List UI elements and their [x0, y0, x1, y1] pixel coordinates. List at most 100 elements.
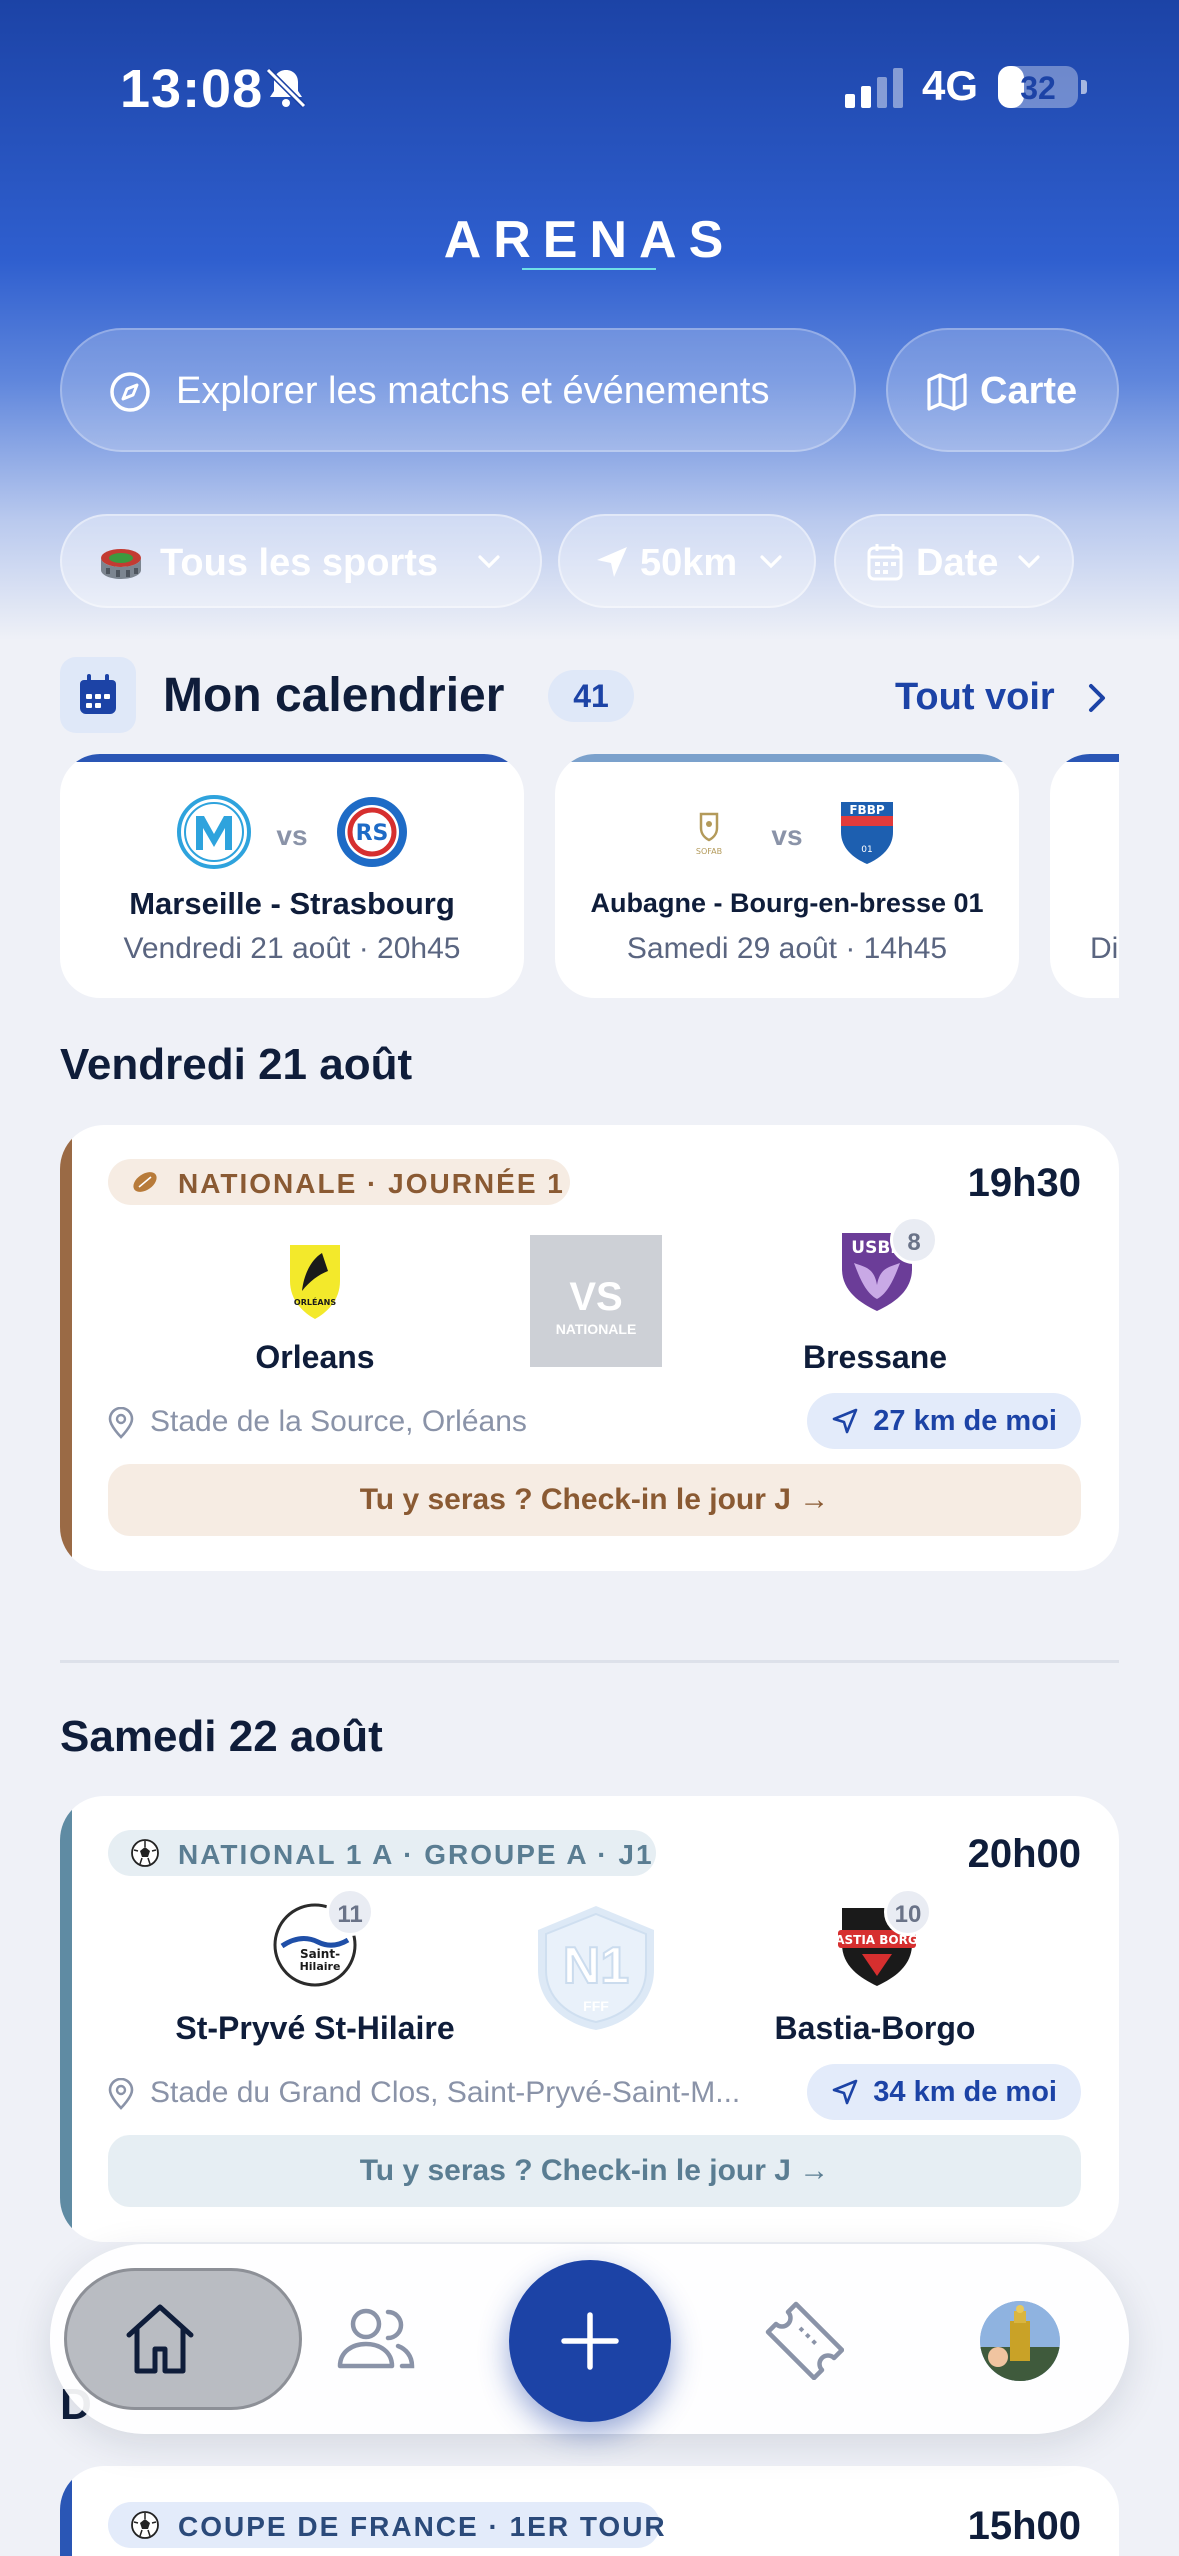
friends-icon[interactable]	[336, 2306, 416, 2370]
add-button[interactable]	[509, 2260, 671, 2422]
map-label: Carte	[980, 370, 1078, 412]
strasbourg-logo-icon: RS	[337, 797, 407, 867]
filter-distance[interactable]: 50km	[558, 514, 816, 608]
calendar-section-icon	[60, 657, 136, 733]
filter-sports-label: Tous les sports	[160, 542, 439, 584]
location-arrow-icon	[597, 547, 627, 577]
card-strip	[60, 754, 524, 762]
app-title: ARENAS	[443, 211, 736, 269]
away-team-name: Bressane	[802, 1339, 948, 1375]
event-card[interactable]: COUPE DE FRANCE · 1ER TOUR 15h00	[60, 2466, 1119, 2556]
distance-label: 34 km de moi	[873, 2076, 1057, 2108]
chevron-right-icon[interactable]	[1086, 682, 1108, 714]
chevron-down-icon	[478, 555, 500, 569]
orleans-logo-icon: ORLÉANS	[290, 1245, 340, 1319]
center-vs-label: N1	[562, 1936, 630, 1996]
svg-text:Saint-: Saint-	[300, 1947, 340, 1961]
venue-label: Stade du Grand Clos, Saint-Pryvé-Saint-M…	[150, 2076, 741, 2109]
search-input[interactable]: Explorer les matchs et événements	[60, 328, 856, 452]
location-pin-icon	[108, 1407, 134, 1439]
event-accent	[60, 2466, 72, 2556]
compass-icon	[110, 372, 150, 412]
center-sub-label: NATIONALE	[555, 1321, 637, 1337]
venue-label: Stade de la Source, Orléans	[150, 1405, 527, 1438]
calendar-when: Di	[1090, 932, 1119, 965]
competition-badge: NATIONAL 1 A · GROUPE A · J1	[108, 1830, 656, 1876]
kickoff-time: 15h00	[967, 2504, 1081, 2548]
soccer-ball-icon	[131, 1839, 159, 1867]
battery-level: 32	[1020, 70, 1056, 106]
map-button[interactable]: Carte	[886, 328, 1119, 452]
day-heading: Samedi 22 août	[60, 1712, 383, 1761]
away-team-name: Bastia-Borgo	[774, 2010, 976, 2046]
kickoff-time: 20h00	[967, 1832, 1081, 1876]
home-team-name: St-Pryvé St-Hilaire	[175, 2010, 455, 2046]
svg-text:01: 01	[861, 845, 872, 855]
distance-label: 27 km de moi	[873, 1405, 1057, 1437]
center-vs-label: VS	[569, 1275, 623, 1319]
ticket-icon[interactable]	[764, 2300, 844, 2380]
event-accent	[60, 1125, 72, 1571]
day-heading: Vendredi 21 août	[60, 1040, 413, 1089]
battery-icon: 32	[998, 66, 1078, 108]
filter-distance-label: 50km	[640, 542, 738, 584]
competition-badge: COUPE DE FRANCE · 1ER TOUR	[108, 2502, 665, 2548]
svg-text:FBBP: FBBP	[849, 803, 884, 817]
status-time: 13:08	[120, 59, 264, 119]
competition-badge: NATIONALE · JOURNÉE 1	[108, 1159, 570, 1205]
home-icon	[126, 2304, 194, 2374]
filter-date[interactable]: Date	[834, 514, 1074, 608]
rank-badge: 8	[890, 1216, 938, 1264]
competition-label: NATIONALE · JOURNÉE 1	[178, 1168, 565, 1199]
filter-date-label: Date	[916, 542, 999, 584]
center-sub-label: FFF	[583, 1998, 609, 2014]
svg-text:Hilaire: Hilaire	[300, 1960, 341, 1973]
filter-sports[interactable]: Tous les sports	[60, 514, 542, 608]
vs-label: vs	[771, 820, 803, 851]
calendar-icon	[867, 544, 903, 581]
stadium-icon	[101, 549, 141, 579]
navigation-arrow-icon	[832, 2079, 858, 2105]
network-type: 4G	[922, 62, 979, 109]
checkin-button[interactable]: Tu y seras ? Check-in le jour J →	[108, 2135, 1081, 2207]
competition-label: COUPE DE FRANCE · 1ER TOUR	[178, 2511, 667, 2542]
calendar-match: Marseille - Strasbourg	[129, 886, 455, 921]
chevron-down-icon	[1018, 555, 1040, 569]
location-pin-icon	[108, 2078, 134, 2110]
rugby-ball-icon	[133, 1172, 157, 1192]
section-divider	[60, 1660, 1119, 1663]
status-bar: 13:08 4G 32	[0, 0, 1179, 170]
checkin-button[interactable]: Tu y seras ? Check-in le jour J →	[108, 1464, 1081, 1536]
calendar-count-badge: 41	[548, 670, 634, 722]
national-1-emblem: N1 FFF	[530, 1902, 662, 2034]
search-placeholder: Explorer les matchs et événements	[176, 370, 770, 412]
calendar-match: Aubagne - Bourg-en-bresse 01	[590, 888, 984, 918]
calendar-card[interactable]: SOFAB vs FBBP 01 Aubagne - Bourg-en-bres…	[555, 754, 1019, 998]
cellular-signal-icon	[845, 68, 903, 108]
calendar-when: Samedi 29 août · 14h45	[626, 932, 948, 965]
calendar-when: Vendredi 21 août · 20h45	[123, 932, 461, 965]
add-icon	[561, 2312, 619, 2370]
kickoff-time: 19h30	[967, 1161, 1081, 1205]
battery-tip	[1081, 80, 1087, 94]
see-all-link[interactable]: Tout voir	[895, 676, 1055, 719]
bourg-en-bresse-logo-icon: FBBP 01	[841, 802, 893, 864]
profile-avatar[interactable]	[980, 2301, 1060, 2381]
svg-text:RS: RS	[356, 821, 389, 846]
event-card[interactable]: NATIONAL 1 A · GROUPE A · J1 20h00 Saint…	[60, 1796, 1119, 2242]
calendar-card[interactable]: vs RS Marseille - Strasbourg Vendredi 21…	[60, 754, 524, 998]
calendar-card[interactable]: Di	[1050, 754, 1119, 998]
rank-badge: 11	[326, 1888, 374, 1936]
bell-off-icon	[265, 67, 307, 109]
distance-badge: 27 km de moi	[807, 1393, 1081, 1449]
title-underline	[522, 268, 656, 270]
vs-label: vs	[276, 820, 308, 851]
navigation-arrow-icon	[832, 1408, 858, 1434]
rank-badge: 10	[884, 1888, 932, 1936]
avatar-photo	[980, 2301, 1060, 2381]
svg-text:ORLÉANS: ORLÉANS	[294, 1296, 336, 1307]
tab-home[interactable]	[64, 2268, 302, 2410]
event-card[interactable]: NATIONALE · JOURNÉE 1 19h30 ORLÉANS Orle…	[60, 1125, 1119, 1571]
nationale-emblem: VS NATIONALE	[530, 1235, 662, 1367]
chevron-down-icon	[760, 555, 782, 569]
